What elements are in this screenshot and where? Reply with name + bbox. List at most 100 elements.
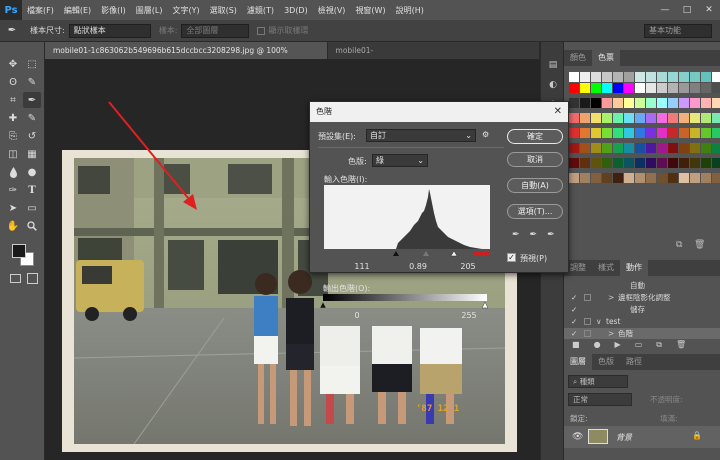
- black-point-eyedropper-icon[interactable]: ✒: [512, 230, 520, 240]
- tab-paths[interactable]: 路徑: [620, 354, 648, 370]
- shape-icon[interactable]: ▭: [23, 200, 41, 216]
- swatch[interactable]: [657, 113, 667, 123]
- swatch[interactable]: [624, 72, 634, 82]
- swatch[interactable]: [679, 143, 689, 153]
- gradient-icon[interactable]: ▦: [23, 146, 41, 162]
- swatch[interactable]: [635, 72, 645, 82]
- swatch[interactable]: [701, 113, 711, 123]
- gray-point-eyedropper-icon[interactable]: ✒: [530, 230, 538, 240]
- swatch[interactable]: [613, 98, 623, 108]
- swatch[interactable]: [668, 143, 678, 153]
- menu-select[interactable]: 選取(S): [205, 5, 242, 16]
- preset-gear-icon[interactable]: ⚙: [482, 130, 489, 139]
- swatch[interactable]: [646, 83, 656, 93]
- swatch[interactable]: [679, 113, 689, 123]
- swatch[interactable]: [613, 113, 623, 123]
- swatch[interactable]: [712, 72, 720, 82]
- menu-help[interactable]: 說明(H): [391, 5, 429, 16]
- stop-icon[interactable]: ■: [572, 340, 580, 350]
- swatch[interactable]: [580, 98, 590, 108]
- move-icon[interactable]: ✥: [4, 56, 22, 72]
- swatch[interactable]: [635, 143, 645, 153]
- swatch[interactable]: [657, 158, 667, 168]
- swatch[interactable]: [690, 128, 700, 138]
- output-sliders[interactable]: [319, 301, 491, 309]
- output-white-value[interactable]: 255: [455, 311, 483, 320]
- swatch[interactable]: [602, 173, 612, 183]
- ok-button[interactable]: 確定: [507, 129, 563, 144]
- swatch[interactable]: [602, 128, 612, 138]
- swatch[interactable]: [646, 98, 656, 108]
- swatch[interactable]: [701, 72, 711, 82]
- swatch[interactable]: [712, 113, 720, 123]
- healing-icon[interactable]: ✚: [4, 110, 22, 126]
- swatch[interactable]: [701, 98, 711, 108]
- expand-arrow-icon[interactable]: ∨: [596, 316, 602, 327]
- swatch[interactable]: [679, 83, 689, 93]
- cancel-button[interactable]: 取消: [507, 152, 563, 167]
- expand-arrow-icon[interactable]: >: [608, 328, 614, 339]
- swatch[interactable]: [613, 83, 623, 93]
- pen-icon[interactable]: ✑: [4, 182, 22, 198]
- folder-icon[interactable]: ▭: [635, 340, 643, 350]
- swatch[interactable]: [580, 128, 590, 138]
- swatch[interactable]: [657, 173, 667, 183]
- swatch[interactable]: [635, 98, 645, 108]
- swatch[interactable]: [679, 128, 689, 138]
- sample-select[interactable]: 全部圖層: [181, 23, 250, 38]
- channel-select[interactable]: 綠 ⌄: [372, 154, 428, 167]
- swatch[interactable]: [668, 173, 678, 183]
- action-item[interactable]: ✓ > 色階: [564, 328, 720, 339]
- brush-panel-icon[interactable]: ◐: [546, 78, 560, 92]
- swatch[interactable]: [591, 113, 601, 123]
- options-button[interactable]: 選項(T)...: [507, 204, 563, 219]
- hand-icon[interactable]: ✋: [4, 218, 22, 234]
- layer-kind-filter[interactable]: ⌕ 種類: [568, 375, 628, 388]
- swatch[interactable]: [591, 128, 601, 138]
- swatch[interactable]: [613, 173, 623, 183]
- layer-row-background[interactable]: 👁 背景 🔒: [564, 426, 720, 448]
- swatch[interactable]: [602, 158, 612, 168]
- swatch[interactable]: [602, 113, 612, 123]
- swatch[interactable]: [701, 128, 711, 138]
- swatch[interactable]: [668, 113, 678, 123]
- action-item[interactable]: 自動: [564, 280, 720, 291]
- white-point-eyedropper-icon[interactable]: ✒: [547, 230, 555, 240]
- tab-channels[interactable]: 色版: [592, 354, 620, 370]
- menu-3d[interactable]: 3D(D): [279, 6, 313, 15]
- swatch[interactable]: [690, 143, 700, 153]
- expand-arrow-icon[interactable]: >: [608, 292, 614, 303]
- swatch[interactable]: [712, 143, 720, 153]
- dialog-close-icon[interactable]: ✕: [554, 102, 562, 122]
- history-brush-icon[interactable]: ↺: [23, 128, 41, 144]
- tab-swatches[interactable]: 色票: [592, 50, 620, 66]
- swatch[interactable]: [712, 173, 720, 183]
- action-item[interactable]: ✓ ∨ test: [564, 316, 720, 327]
- dodge-icon[interactable]: ●: [23, 164, 41, 180]
- zoom-icon[interactable]: [23, 218, 41, 234]
- swatch[interactable]: [569, 158, 579, 168]
- swatch[interactable]: [690, 83, 700, 93]
- swatch[interactable]: [690, 72, 700, 82]
- tab-layers[interactable]: 圖層: [564, 354, 592, 370]
- minimize-button[interactable]: —: [654, 0, 676, 20]
- swatch[interactable]: [569, 173, 579, 183]
- swatch[interactable]: [679, 158, 689, 168]
- swatch[interactable]: [668, 128, 678, 138]
- layer-visibility-icon[interactable]: 👁: [572, 432, 583, 442]
- swatch[interactable]: [668, 158, 678, 168]
- tab-actions[interactable]: 動作: [620, 260, 648, 276]
- swatch[interactable]: [690, 158, 700, 168]
- swatch[interactable]: [701, 158, 711, 168]
- action-check-icon[interactable]: ✓: [571, 292, 577, 303]
- swatch[interactable]: [569, 113, 579, 123]
- eyedropper-tool-icon[interactable]: ✒: [23, 92, 41, 108]
- brush-icon[interactable]: ✎: [23, 110, 41, 126]
- workspace-select[interactable]: 基本功能: [644, 24, 712, 38]
- swatch[interactable]: [580, 113, 590, 123]
- tab-styles[interactable]: 樣式: [592, 260, 620, 276]
- swatch[interactable]: [613, 72, 623, 82]
- screen-mode-icon[interactable]: [27, 273, 38, 284]
- close-window-button[interactable]: ✕: [698, 0, 720, 20]
- swatch[interactable]: [701, 83, 711, 93]
